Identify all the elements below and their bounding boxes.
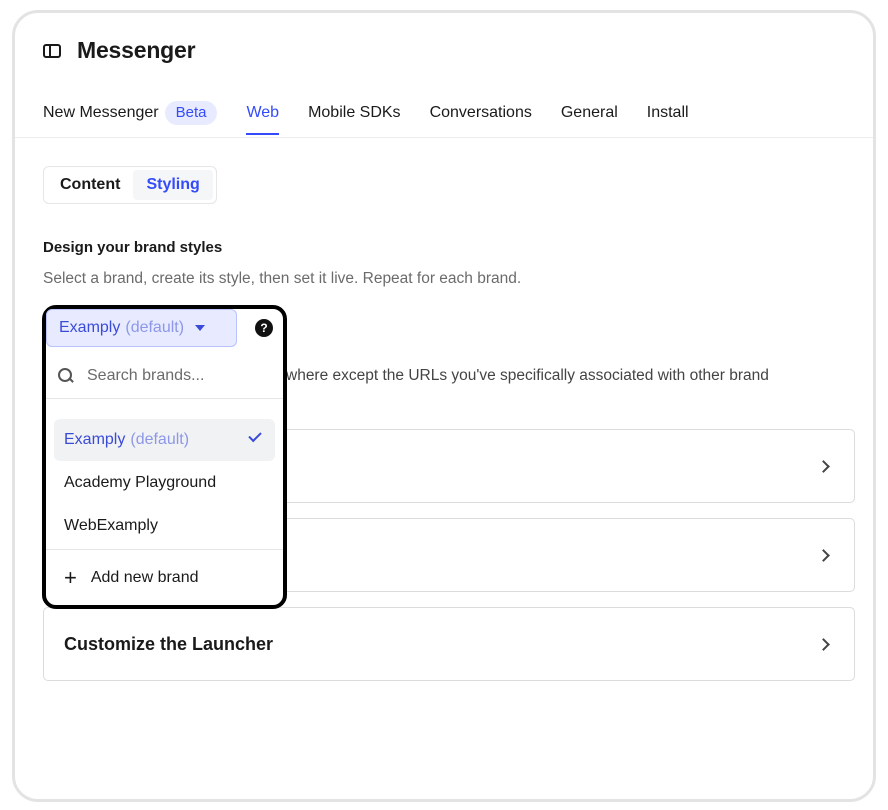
- tab-label: General: [560, 104, 618, 121]
- tab-label: Web: [246, 104, 280, 121]
- option-label: WebExamply: [64, 517, 158, 534]
- customize-launcher-card[interactable]: Customize the Launcher: [43, 607, 855, 681]
- tab-label: Install: [646, 104, 689, 121]
- brand-search-input[interactable]: [87, 366, 277, 385]
- brand-select-default-tag: (default): [125, 319, 185, 336]
- section-title: Design your brand styles: [43, 239, 223, 256]
- segment-styling[interactable]: Styling: [133, 170, 213, 200]
- brand-scope-text: where except the URLs you've specificall…: [286, 367, 769, 384]
- card-label: Customize the Launcher: [64, 633, 274, 654]
- brand-search: [46, 353, 283, 399]
- tab-general[interactable]: General: [561, 97, 618, 137]
- brand-dropdown-highlight: Examply (default) ? Examply (default) Ac…: [42, 305, 287, 609]
- option-label: Examply: [64, 431, 126, 448]
- tab-install[interactable]: Install: [647, 97, 689, 137]
- brand-select[interactable]: Examply (default): [46, 309, 237, 347]
- segment-content[interactable]: Content: [47, 170, 133, 200]
- checkmark-icon: [248, 428, 262, 443]
- page-title: Messenger: [77, 37, 196, 63]
- menu-divider: [46, 549, 283, 550]
- tab-new-messenger[interactable]: New Messenger Beta: [43, 97, 218, 137]
- brand-option-webexamply[interactable]: WebExamply: [54, 505, 275, 547]
- section-description: Select a brand, create its style, then s…: [43, 270, 522, 287]
- sidebar-panel-icon[interactable]: [43, 43, 61, 58]
- messenger-window: Messenger New Messenger Beta Web Mobile …: [12, 10, 876, 802]
- tab-bar: New Messenger Beta Web Mobile SDKs Conve…: [43, 97, 718, 137]
- tab-label: New Messenger: [43, 104, 159, 121]
- help-icon[interactable]: ?: [255, 319, 273, 337]
- brand-select-name: Examply: [59, 319, 121, 336]
- add-brand-label: Add new brand: [90, 569, 199, 586]
- tab-web[interactable]: Web: [246, 97, 279, 137]
- tab-label: Conversations: [429, 104, 532, 121]
- add-new-brand-button[interactable]: + Add new brand: [64, 565, 199, 590]
- chevron-right-icon: [817, 637, 830, 651]
- page-header: Messenger: [43, 37, 196, 64]
- plus-icon: +: [64, 565, 77, 590]
- tab-mobile-sdks[interactable]: Mobile SDKs: [308, 97, 400, 137]
- caret-down-icon: [195, 325, 206, 331]
- beta-badge: Beta: [164, 101, 218, 125]
- chevron-right-icon: [817, 548, 830, 562]
- brand-option-examply[interactable]: Examply (default): [54, 419, 275, 461]
- search-icon: [58, 368, 73, 383]
- tab-label: Mobile SDKs: [308, 104, 401, 121]
- option-label: Academy Playground: [64, 474, 217, 491]
- content-styling-toggle: Content Styling: [43, 166, 217, 204]
- chevron-right-icon: [817, 459, 830, 473]
- tabs-divider: [15, 137, 873, 138]
- brand-option-academy-playground[interactable]: Academy Playground: [54, 462, 275, 504]
- tab-conversations[interactable]: Conversations: [430, 97, 532, 137]
- option-default-tag: (default): [130, 431, 190, 448]
